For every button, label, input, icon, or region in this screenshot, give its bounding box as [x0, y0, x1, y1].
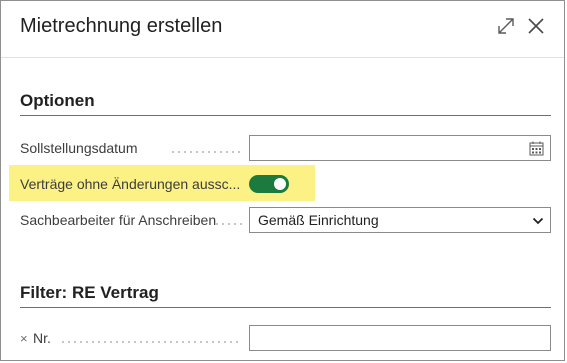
dialog-header: Mietrechnung erstellen	[1, 1, 564, 58]
dialog-title: Mietrechnung erstellen	[20, 15, 223, 37]
header-divider	[1, 57, 564, 58]
vertraege-ohne-aenderungen-label: Verträge ohne Änderungen aussc...	[20, 176, 241, 192]
sollstellungsdatum-label: Sollstellungsdatum	[20, 140, 138, 156]
filter-nr-input[interactable]	[249, 325, 551, 351]
vertraege-ohne-aenderungen-row: Verträge ohne Änderungen aussc...	[20, 171, 551, 197]
calendar-icon[interactable]	[529, 141, 544, 156]
filter-nr-label: Nr.	[33, 330, 51, 346]
vertraege-ohne-aenderungen-toggle[interactable]	[249, 175, 289, 193]
label-leader-dots	[170, 151, 242, 153]
options-section-title: Optionen	[20, 91, 95, 110]
options-section-divider	[20, 115, 551, 116]
create-rent-invoice-dialog: Mietrechnung erstellen Optionen Sollstel…	[0, 0, 565, 361]
sachbearbeiter-row: Sachbearbeiter für Anschreiben Gemäß Ein…	[20, 207, 551, 233]
filter-section-divider	[20, 307, 551, 308]
sachbearbeiter-select[interactable]: Gemäß Einrichtung	[249, 207, 551, 233]
toggle-knob	[274, 178, 286, 190]
expand-icon[interactable]	[495, 15, 517, 37]
close-icon[interactable]	[525, 15, 547, 37]
label-leader-dots	[60, 341, 242, 343]
sollstellungsdatum-input[interactable]	[249, 135, 551, 161]
remove-filter-icon[interactable]: ×	[20, 325, 28, 351]
filter-nr-row: × Nr.	[20, 325, 551, 351]
chevron-down-icon	[532, 217, 544, 225]
sachbearbeiter-label: Sachbearbeiter für Anschreiben	[20, 212, 217, 228]
filter-section-title: Filter: RE Vertrag	[20, 283, 159, 302]
label-leader-dots	[214, 223, 242, 225]
sachbearbeiter-selected-value: Gemäß Einrichtung	[258, 212, 379, 228]
sollstellungsdatum-row: Sollstellungsdatum	[20, 135, 551, 161]
